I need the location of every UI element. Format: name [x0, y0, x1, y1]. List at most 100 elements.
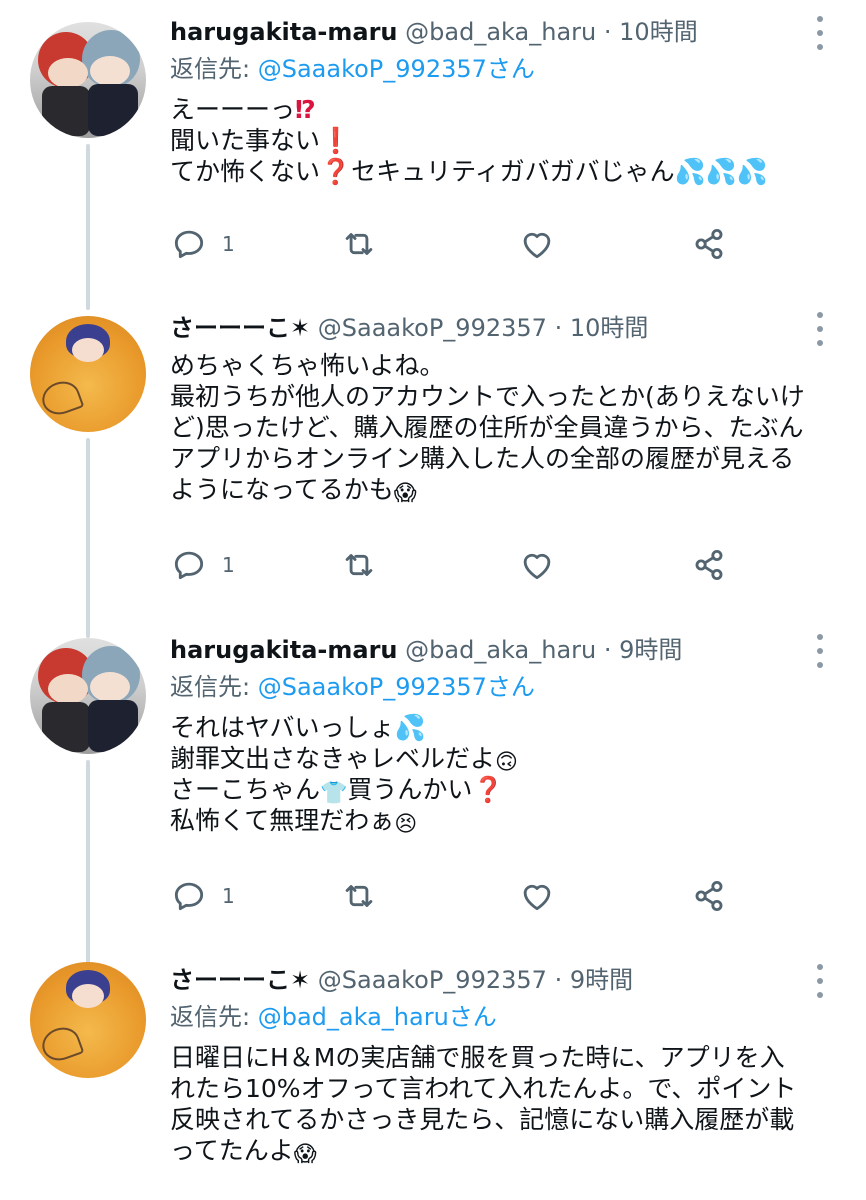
tweet[interactable]: さーーーこ✶ @SaaakoP_992357 · 9時間 返信先: @bad_a…: [0, 960, 866, 1200]
tweet-header: さーーーこ✶ @SaaakoP_992357 · 9時間: [170, 960, 846, 1000]
share-icon: [695, 228, 723, 260]
text-line: ってたんよ: [170, 1136, 294, 1165]
reply-to-link[interactable]: @SaaakoP_992357さん: [258, 55, 535, 83]
tweet[interactable]: harugakita-maru @bad_aka_haru · 9時間 返信先:…: [0, 630, 866, 970]
reply-count: 1: [222, 884, 235, 908]
user-handle[interactable]: @bad_aka_haru: [405, 636, 596, 664]
like-button[interactable]: [518, 876, 556, 916]
sweat-drops-icon: 💦💦💦: [674, 157, 769, 186]
more-icon[interactable]: [816, 964, 824, 998]
reply-to-link[interactable]: @bad_aka_haruさん: [258, 1003, 497, 1031]
user-handle[interactable]: @SaaakoP_992357: [318, 966, 547, 994]
like-icon: [523, 553, 551, 580]
retweet-icon: [345, 233, 373, 255]
retweet-button[interactable]: [340, 876, 378, 916]
tweet-text: えーーーっ⁉ 聞いた事ない❗ てか怖くない❓セキュリティガバガバじゃん💦💦💦: [170, 94, 846, 187]
thread-line: [86, 760, 90, 970]
text-line: セキュリティガバガバじゃん: [351, 157, 675, 186]
question-icon: ❓: [320, 157, 352, 186]
text-line: れたら10%オフって言われて入れたんよ。で、ポイント: [170, 1074, 797, 1103]
timestamp[interactable]: 9時間: [619, 636, 682, 664]
like-icon: [523, 232, 551, 259]
display-name[interactable]: harugakita-maru: [170, 18, 398, 46]
text-line: 最初うちが他人のアカウントで入ったとか(ありえないけ: [170, 382, 805, 411]
persevering-face-icon: 😣: [394, 812, 418, 837]
share-icon: [695, 549, 723, 581]
reply-count: 1: [222, 232, 235, 256]
reply-prefix: 返信先:: [170, 55, 258, 83]
display-name[interactable]: さーーーこ✶: [170, 314, 310, 342]
display-name[interactable]: harugakita-maru: [170, 636, 398, 664]
like-button[interactable]: [518, 224, 556, 264]
action-bar: 1: [170, 224, 730, 264]
user-handle[interactable]: @bad_aka_haru: [405, 18, 596, 46]
share-button[interactable]: [690, 545, 728, 585]
text-line: めちゃくちゃ怖いよね。: [170, 351, 445, 380]
tweet-text: 日曜日にH＆Mの実店舗で服を買った時に、アプリを入 れたら10%オフって言われて…: [170, 1042, 846, 1166]
reply-to: 返信先: @bad_aka_haruさん: [170, 1000, 846, 1034]
exclamation-question-icon: ⁉: [295, 95, 316, 124]
share-button[interactable]: [690, 876, 728, 916]
tweet[interactable]: harugakita-maru @bad_aka_haru · 10時間 返信先…: [0, 0, 866, 310]
action-bar: 1: [170, 876, 730, 916]
timestamp[interactable]: 10時間: [570, 314, 649, 342]
tweet-header: さーーーこ✶ @SaaakoP_992357 · 10時間: [170, 308, 846, 348]
share-icon: [695, 880, 723, 912]
reply-to: 返信先: @SaaakoP_992357さん: [170, 52, 846, 86]
text-line: 聞いた事ない: [170, 126, 321, 155]
scream-face-icon: 😱: [393, 481, 417, 506]
timestamp[interactable]: 9時間: [570, 966, 633, 994]
more-icon[interactable]: [816, 634, 824, 668]
thread-line: [86, 438, 90, 638]
reply-icon: [174, 882, 204, 911]
avatar[interactable]: [30, 638, 146, 754]
timestamp[interactable]: 10時間: [619, 18, 698, 46]
reply-icon: [174, 551, 204, 580]
avatar[interactable]: [30, 962, 146, 1078]
sweat-drops-icon: 💦: [394, 713, 426, 742]
separator: ·: [554, 314, 563, 342]
text-line: それはヤバいっしょ: [170, 713, 395, 742]
retweet-button[interactable]: [340, 224, 378, 264]
reply-to-link[interactable]: @SaaakoP_992357さん: [258, 673, 535, 701]
user-handle[interactable]: @SaaakoP_992357: [318, 314, 547, 342]
more-icon[interactable]: [816, 16, 824, 50]
more-icon[interactable]: [816, 312, 824, 346]
separator: ·: [554, 966, 563, 994]
reply-button[interactable]: 1: [170, 224, 235, 264]
tweet[interactable]: さーーーこ✶ @SaaakoP_992357 · 10時間 めちゃくちゃ怖いよね…: [0, 300, 866, 638]
text-line: 謝罪文出さなきゃレベルだよ: [170, 744, 496, 773]
text-line: アプリからオンライン購入した人の全部の履歴が見える: [170, 444, 795, 473]
tshirt-icon: 👕: [320, 781, 348, 806]
text-line: ど)思ったけど、購入履歴の住所が全員違うから、たぶん: [170, 413, 804, 442]
reply-icon: [174, 230, 204, 259]
reply-button[interactable]: 1: [170, 876, 235, 916]
tweet-text: それはヤバいっしょ💦 謝罪文出さなきゃレベルだよ🙃 さーこちゃん👕買うんかい❓ …: [170, 712, 846, 836]
like-button[interactable]: [518, 545, 556, 585]
tweet-text: めちゃくちゃ怖いよね。 最初うちが他人のアカウントで入ったとか(ありえないけ ど…: [170, 350, 846, 505]
text-line: 買うんかい: [347, 775, 473, 804]
avatar[interactable]: [30, 316, 146, 432]
reply-prefix: 返信先:: [170, 1003, 258, 1031]
text-line: えーーーっ: [170, 95, 296, 124]
reply-count: 1: [222, 553, 235, 577]
text-line: 反映されてるかさっき見たら、記憶にない購入履歴が載: [170, 1105, 795, 1134]
share-button[interactable]: [690, 224, 728, 264]
avatar[interactable]: [30, 22, 146, 138]
text-line: 私怖くて無理だわぁ: [170, 806, 395, 835]
retweet-button[interactable]: [340, 545, 378, 585]
retweet-icon: [345, 885, 373, 907]
action-bar: 1: [170, 545, 730, 585]
thread-line: [86, 144, 90, 310]
display-name[interactable]: さーーーこ✶: [170, 966, 310, 994]
separator: ·: [603, 18, 612, 46]
question-icon: ❓: [472, 775, 504, 804]
like-icon: [523, 884, 551, 911]
text-line: てか怖くない: [170, 157, 321, 186]
reply-button[interactable]: 1: [170, 545, 235, 585]
text-line: 日曜日にH＆Mの実店舗で服を買った時に、アプリを入: [170, 1043, 785, 1072]
text-line: ようになってるかも: [170, 475, 394, 504]
tweet-header: harugakita-maru @bad_aka_haru · 9時間: [170, 630, 846, 670]
tweet-header: harugakita-maru @bad_aka_haru · 10時間: [170, 12, 846, 52]
scream-face-icon: 😱: [293, 1142, 317, 1167]
